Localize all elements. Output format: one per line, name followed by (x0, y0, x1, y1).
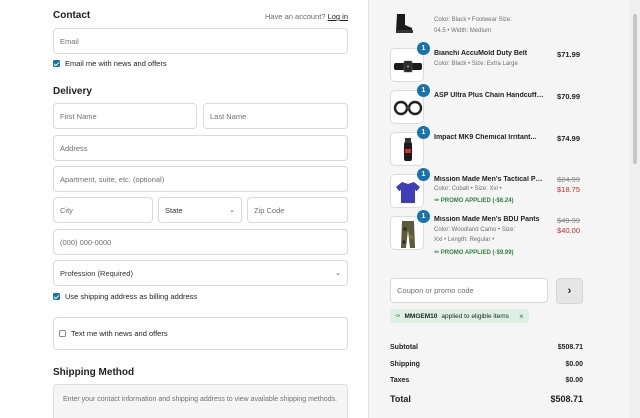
subtotal-row: Subtotal $508.71 (390, 344, 583, 351)
promo-applied-label: ⚰ PROMO APPLIED (-$6.24) (434, 198, 514, 204)
profession-select-value: Profession (Required) (60, 268, 133, 278)
phone-field[interactable]: (000) 000-0000 (53, 229, 348, 255)
applied-code-chip: ⚰ MMGEM10 applied to eligible items × (390, 309, 529, 323)
cart-item-price: $70.99 (557, 92, 580, 101)
boot-image (392, 12, 416, 34)
quantity-badge: 1 (417, 126, 430, 139)
address-field[interactable]: Address (53, 135, 348, 161)
chevron-down-icon: ⌄ (229, 207, 235, 214)
cart-item-sale-price: $18.75 (557, 185, 580, 194)
contact-heading: Contact (53, 10, 91, 21)
text-news-label: Text me with news and offers (71, 329, 168, 338)
cart-item-original-price: $49.99 (557, 216, 580, 225)
checkout-form-panel: Contact Have an account? Log in Email Em… (0, 0, 368, 418)
cart-item-name: Mission Made Men's BDU Pants (434, 216, 540, 223)
shipping-label: Shipping (390, 361, 420, 368)
cart-item-name: Impact MK9 Chemical Irritant... (434, 134, 537, 141)
email-field[interactable]: Email (53, 28, 348, 54)
email-news-label: Email me with news and offers (65, 59, 167, 68)
login-link[interactable]: Log in (328, 12, 348, 21)
taxes-label: Taxes (390, 377, 410, 384)
quantity-badge: 1 (417, 168, 430, 181)
cart-item-price: $71.99 (557, 50, 580, 59)
shipping-method-note: Enter your contact information and shipp… (53, 384, 348, 418)
taxes-value: $0.00 (565, 377, 583, 384)
total-row: Total $508.71 (390, 394, 583, 404)
cart-item: 1 Mission Made Men's Tactical Polo Color… (390, 168, 580, 213)
cart-item-original-price: $24.99 (557, 175, 580, 184)
text-news-checkbox[interactable] (59, 330, 66, 337)
billing-same-checkbox[interactable] (53, 293, 60, 300)
scrollbar-thumb[interactable] (633, 14, 637, 164)
cart-item-meta: Color: Woodland Camo • Size: (434, 227, 516, 233)
cart-item-sale-price: $40.00 (557, 226, 580, 235)
cart-item-price: $74.99 (557, 134, 580, 143)
profession-select[interactable]: Profession (Required) ⌄ (53, 260, 348, 286)
total-value: $508.71 (550, 394, 583, 404)
cart-item: 1 Bianchi AccuMold Duty Belt Color: Blac… (390, 42, 580, 85)
city-field[interactable]: City (53, 197, 153, 223)
shipping-method-heading: Shipping Method (53, 367, 135, 378)
delivery-heading: Delivery (53, 86, 92, 97)
cart-item: 1 ASP Ultra Plus Chain Handcuffs... $70.… (390, 84, 580, 127)
apartment-field[interactable]: Apartment, suite, etc. (optional) (53, 166, 348, 192)
cart-item-meta: Color: Black • Footwear Size: (434, 17, 512, 23)
subtotal-label: Subtotal (390, 344, 418, 351)
applied-code-text: applied to eligible items (441, 312, 509, 320)
promo-applied-label: ⚰ PROMO APPLIED (-$9.99) (434, 250, 514, 256)
have-account-text: Have an account? (265, 12, 326, 21)
cart-item-name: Bianchi AccuMold Duty Belt (434, 50, 528, 57)
chevron-down-icon: ⌄ (335, 270, 341, 277)
billing-same-label: Use shipping address as billing address (65, 292, 198, 301)
cart-item-name: ASP Ultra Plus Chain Handcuffs... (434, 92, 544, 99)
coupon-input[interactable]: Coupon or promo code (390, 278, 548, 303)
email-news-checkbox[interactable] (53, 60, 60, 67)
total-label: Total (390, 394, 411, 404)
email-news-checkbox-row[interactable]: Email me with news and offers (53, 59, 167, 68)
cart-item-meta: Xxl • Length: Regular • (434, 237, 495, 243)
taxes-row: Taxes $0.00 (390, 377, 583, 384)
text-news-checkbox-row[interactable]: Text me with news and offers (59, 329, 168, 338)
first-name-field[interactable]: First Name (53, 103, 197, 129)
apply-coupon-button[interactable]: › (556, 278, 583, 304)
state-select-value: State (165, 205, 183, 215)
chevron-right-icon: › (567, 285, 572, 297)
applied-code: MMGEM10 (404, 312, 438, 320)
subtotal-value: $508.71 (557, 344, 583, 351)
cart-item-name: Mission Made Men's Tactical Polo (434, 176, 544, 183)
cart-item: 1 Impact MK9 Chemical Irritant... $74.99 (390, 126, 580, 169)
cart-item-partial: Color: Black • Footwear Size: 04.5 • Wid… (390, 0, 580, 40)
shipping-value: $0.00 (565, 361, 583, 368)
shipping-row: Shipping $0.00 (390, 361, 583, 368)
cart-item-meta: Color: Cobalt • Size: Xxl • (434, 186, 502, 192)
tag-icon: ⚰ (395, 313, 401, 320)
quantity-badge: 1 (417, 84, 430, 97)
quantity-badge: 1 (417, 42, 430, 55)
cart-item-meta: 04.5 • Width: Medium (434, 28, 492, 34)
cart-item: 1 Mission Made Men's BDU Pants Color: Wo… (390, 210, 580, 259)
tag-icon: ⚰ (434, 198, 440, 204)
cart-item-meta: Color: Black • Size: Extra Large (434, 61, 518, 67)
zip-code-field[interactable]: Zip Code (247, 197, 348, 223)
tag-icon: ⚰ (434, 250, 440, 256)
remove-code-icon[interactable]: × (519, 312, 524, 321)
login-prompt: Have an account? Log in (265, 12, 348, 21)
quantity-badge: 1 (417, 210, 430, 223)
state-select[interactable]: State ⌄ (158, 197, 242, 223)
billing-same-checkbox-row[interactable]: Use shipping address as billing address (53, 292, 197, 301)
last-name-field[interactable]: Last Name (203, 103, 348, 129)
